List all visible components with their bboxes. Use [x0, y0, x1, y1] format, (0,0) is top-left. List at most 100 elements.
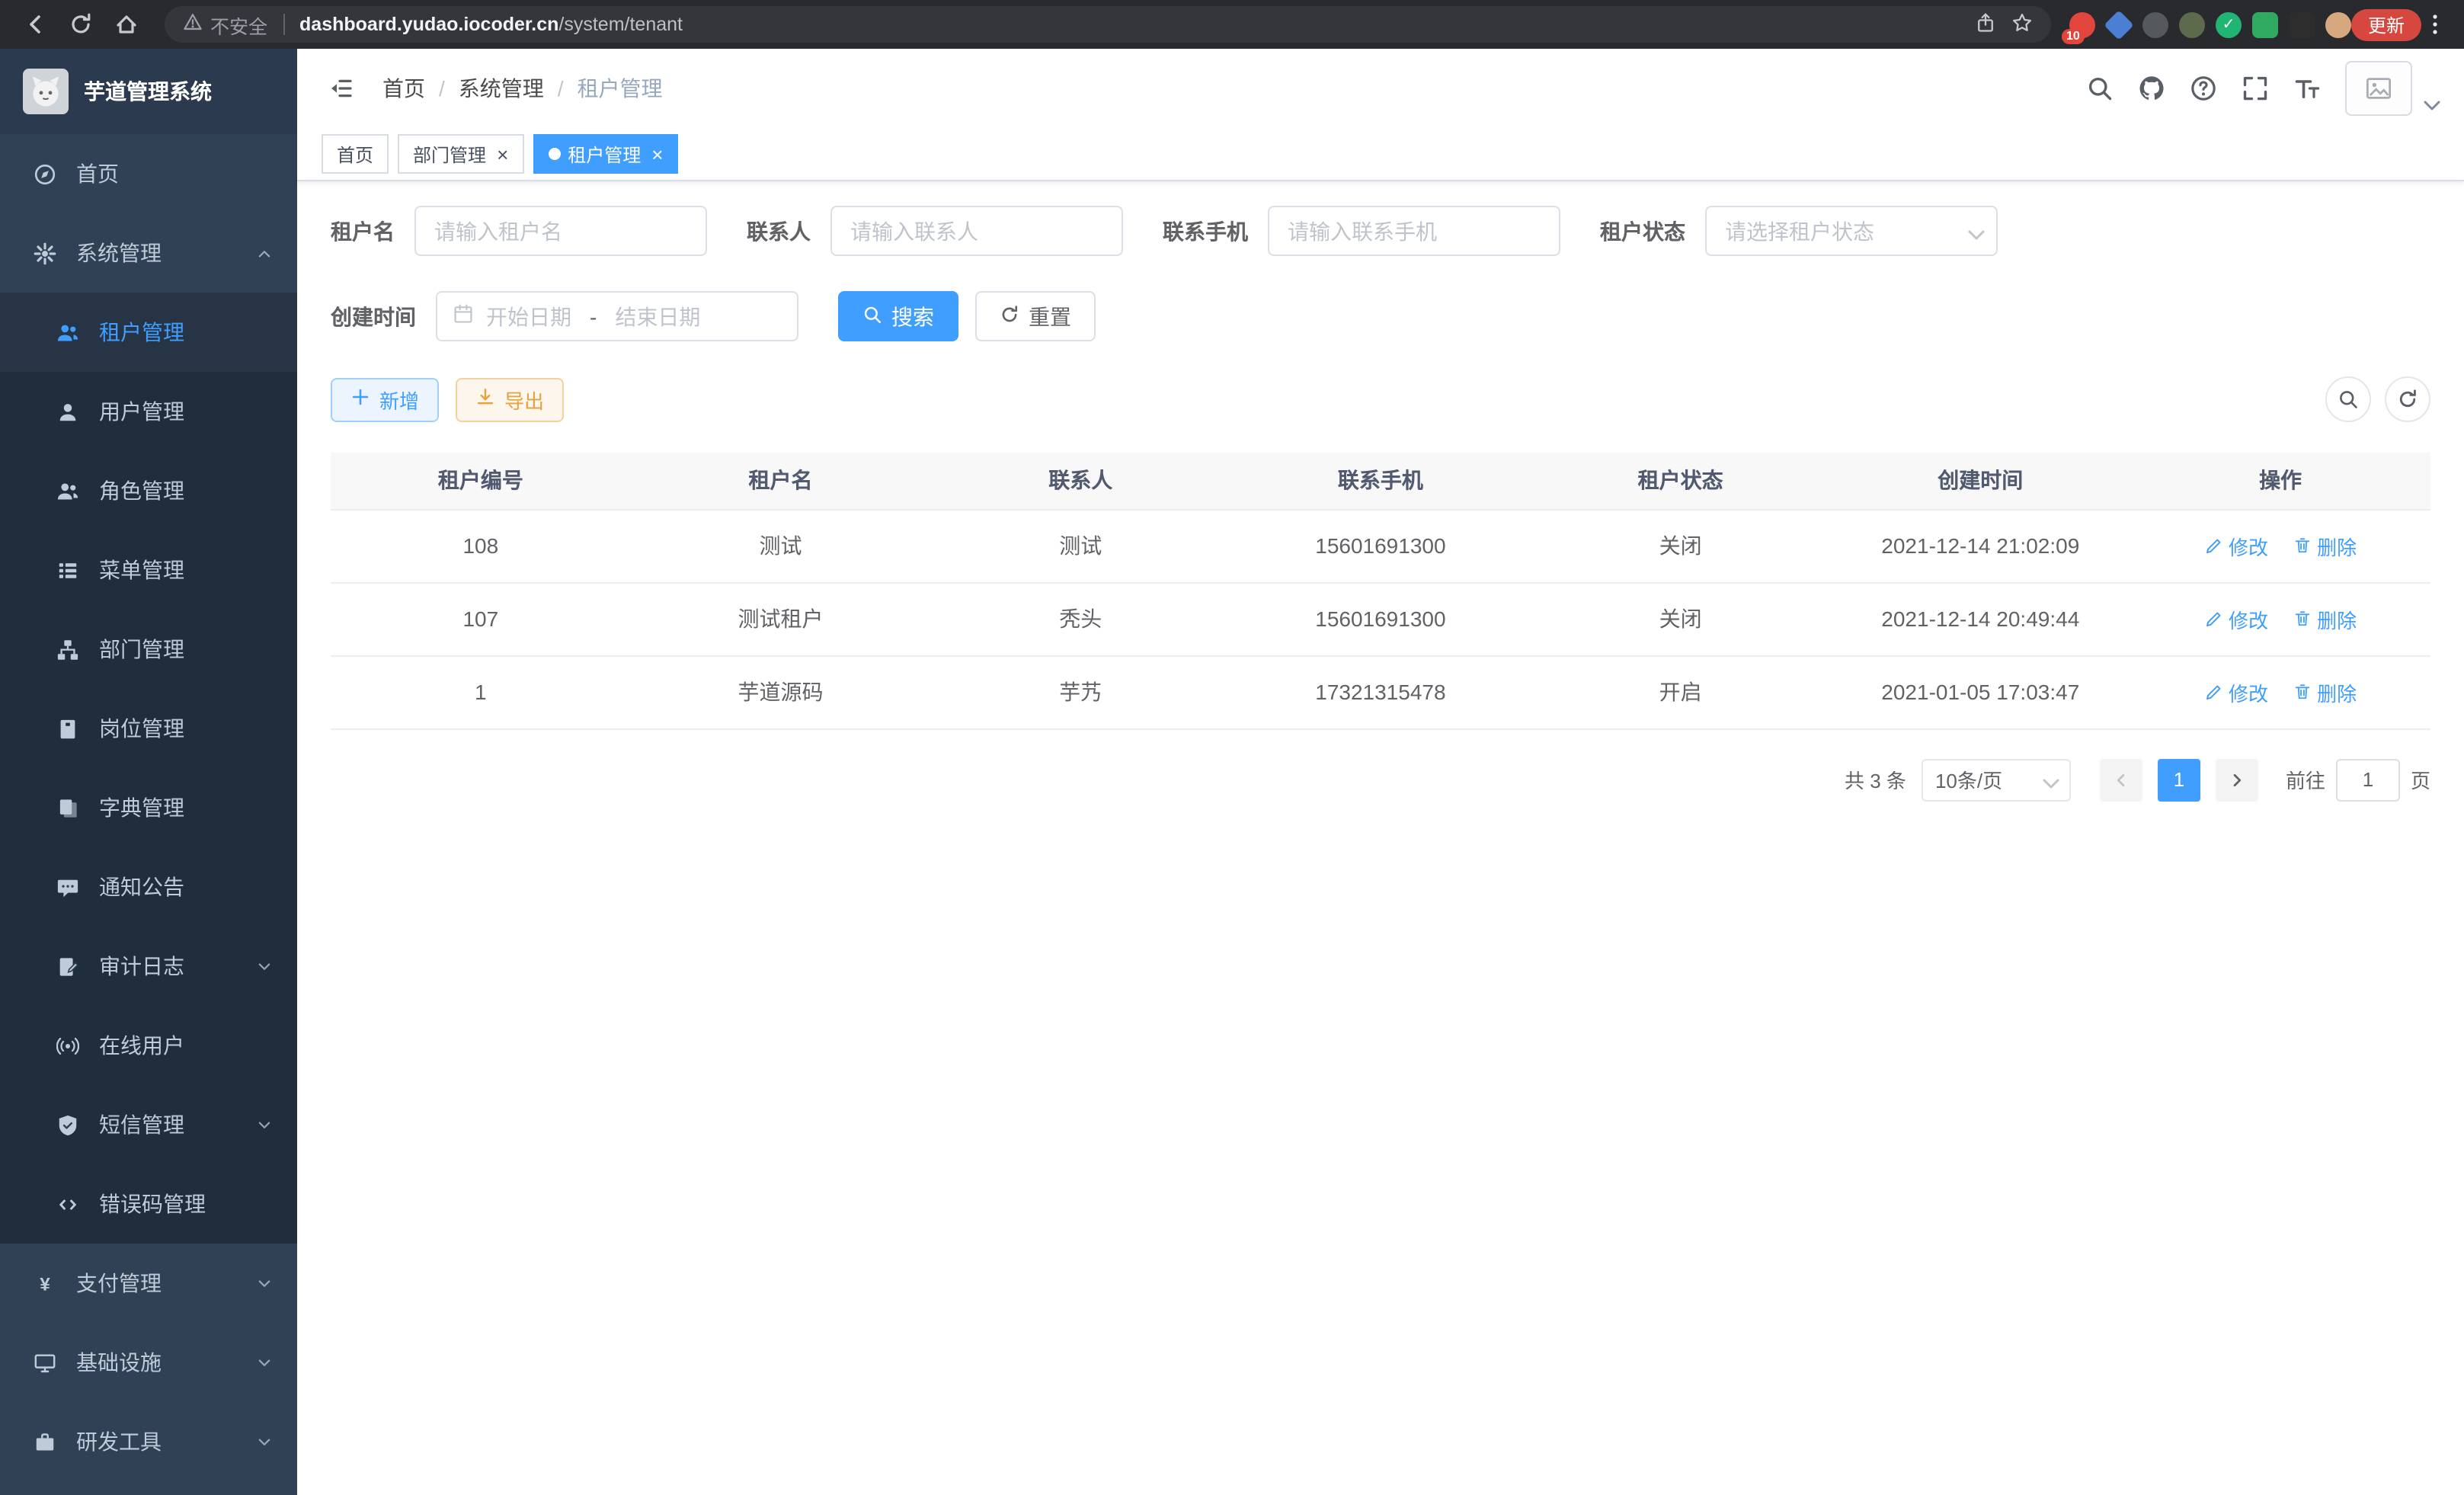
- breadcrumb-item-0[interactable]: 首页: [382, 73, 425, 104]
- delete-button[interactable]: 删除: [2293, 531, 2357, 560]
- tab-home[interactable]: 首页: [322, 134, 389, 174]
- extension-green-square-icon[interactable]: [2252, 11, 2278, 37]
- help-icon[interactable]: [2190, 75, 2217, 102]
- fullscreen-icon[interactable]: [2242, 75, 2269, 102]
- browser-back-button[interactable]: [15, 5, 55, 44]
- browser-menu-icon[interactable]: [2421, 8, 2449, 41]
- address-bar[interactable]: 不安全 dashboard.yudao.iocoder.cn /system/t…: [165, 6, 2051, 43]
- sidebar-item-online-user[interactable]: 在线用户: [0, 1006, 297, 1085]
- sidebar-item-infrastructure[interactable]: 基础设施: [0, 1323, 297, 1402]
- calendar-icon: [453, 303, 474, 329]
- security-label: 不安全: [210, 10, 267, 39]
- sidebar-item-menu-management[interactable]: 菜单管理: [0, 530, 297, 610]
- delete-button[interactable]: 删除: [2293, 677, 2357, 706]
- security-indicator[interactable]: 不安全: [183, 10, 267, 39]
- sidebar-item-post-management[interactable]: 岗位管理: [0, 689, 297, 768]
- cell-contact: 秃头: [930, 582, 1230, 655]
- sidebar-item-tenant-management[interactable]: 租户管理: [0, 293, 297, 372]
- show-search-button[interactable]: [2325, 376, 2371, 422]
- prev-page-button[interactable]: [2100, 758, 2142, 801]
- extension-profile-icon[interactable]: [2325, 11, 2351, 37]
- share-icon: [1975, 11, 1996, 33]
- sidebar-item-dev-tools[interactable]: 研发工具: [0, 1402, 297, 1481]
- add-button[interactable]: 新增: [331, 377, 439, 421]
- cell-id: 1: [331, 655, 631, 728]
- user-menu[interactable]: [2345, 61, 2437, 116]
- edit-button[interactable]: 修改: [2204, 677, 2268, 706]
- url-domain: dashboard.yudao.iocoder.cn: [299, 14, 558, 35]
- users-icon: [56, 479, 79, 502]
- date-start: 开始日期: [486, 301, 571, 331]
- status-label: 租户状态: [1600, 216, 1685, 246]
- browser-home-button[interactable]: [107, 5, 146, 44]
- github-icon[interactable]: [2138, 75, 2165, 102]
- svg-text:¥: ¥: [40, 1273, 50, 1294]
- trash-icon: [2293, 610, 2311, 628]
- search-button[interactable]: 搜索: [838, 291, 958, 341]
- cell-contact: 测试: [930, 509, 1230, 582]
- sidebar-item-notice[interactable]: 通知公告: [0, 847, 297, 927]
- browser-update-button[interactable]: 更新: [2351, 8, 2421, 40]
- next-page-button[interactable]: [2216, 758, 2258, 801]
- share-icon[interactable]: [1975, 11, 1996, 37]
- shield-icon: [56, 1113, 79, 1136]
- font-size-icon[interactable]: [2293, 75, 2321, 102]
- caret-down-icon: [2039, 770, 2063, 795]
- edit-button[interactable]: 修改: [2204, 604, 2268, 633]
- column-header-0: 租户编号: [331, 453, 631, 509]
- search-icon[interactable]: [2086, 75, 2114, 102]
- goto-page-input[interactable]: [2336, 758, 2400, 801]
- delete-button[interactable]: 删除: [2293, 604, 2357, 633]
- sidebar-item-pay-management[interactable]: ¥支付管理: [0, 1244, 297, 1323]
- cell-created: 2021-12-14 21:02:09: [1830, 509, 2130, 582]
- pagination: 共 3 条 10条/页 1 前往 页: [331, 758, 2430, 801]
- sidebar-item-audit-log[interactable]: 审计日志: [0, 927, 297, 1006]
- tab-dept[interactable]: 部门管理×: [398, 134, 523, 174]
- back-arrow-icon: [23, 12, 47, 37]
- sidebar-item-error-code-management[interactable]: 错误码管理: [0, 1164, 297, 1244]
- extension-pinwheel-icon[interactable]: 10: [2069, 11, 2095, 37]
- export-button[interactable]: 导出: [456, 377, 564, 421]
- breadcrumb-separator: /: [558, 76, 564, 101]
- sidebar-item-dict-management[interactable]: 字典管理: [0, 768, 297, 847]
- edit-button[interactable]: 修改: [2204, 531, 2268, 560]
- phone-input[interactable]: [1268, 206, 1560, 256]
- sidebar-item-system-management[interactable]: 系统管理: [0, 213, 297, 293]
- date-range-picker[interactable]: 开始日期 - 结束日期: [436, 291, 798, 341]
- reset-button[interactable]: 重置: [975, 291, 1096, 341]
- status-select[interactable]: 请选择租户状态: [1705, 206, 1998, 256]
- sidebar-item-dept-management[interactable]: 部门管理: [0, 610, 297, 689]
- close-icon[interactable]: ×: [651, 144, 663, 164]
- tenant-name-input[interactable]: [414, 206, 707, 256]
- sidebar-item-label: 审计日志: [99, 951, 184, 981]
- sidebar-item-home[interactable]: 首页: [0, 134, 297, 213]
- column-header-6: 操作: [2130, 453, 2430, 509]
- calendar-icon: [453, 303, 474, 325]
- cell-created: 2021-12-14 20:49:44: [1830, 582, 2130, 655]
- sidebar-item-user-management[interactable]: 用户管理: [0, 372, 297, 451]
- extension-dark-circle-icon[interactable]: [2142, 11, 2168, 37]
- sidebar-item-role-management[interactable]: 角色管理: [0, 451, 297, 530]
- refresh-icon: [69, 12, 93, 37]
- page-number-1[interactable]: 1: [2158, 758, 2200, 801]
- extension-olive-icon[interactable]: [2179, 11, 2205, 37]
- close-icon[interactable]: ×: [497, 144, 508, 164]
- breadcrumb-item-1[interactable]: 系统管理: [459, 73, 544, 104]
- contact-input[interactable]: [830, 206, 1123, 256]
- extension-blue-icon[interactable]: [2104, 9, 2133, 39]
- edit-icon: [2204, 536, 2222, 555]
- tab-tenant[interactable]: 租户管理×: [533, 134, 678, 174]
- app-logo[interactable]: 芋道管理系统: [0, 49, 297, 134]
- sidebar-item-sms-management[interactable]: 短信管理: [0, 1085, 297, 1164]
- extension-green-check-icon[interactable]: ✓: [2216, 11, 2242, 37]
- bookmark-star-icon[interactable]: [2011, 11, 2033, 37]
- sidebar-toggle-icon[interactable]: [325, 72, 358, 105]
- tabs-bar: 首页部门管理×租户管理×: [297, 128, 2464, 181]
- table-row: 108测试测试15601691300关闭2021-12-14 21:02:09修…: [331, 509, 2430, 582]
- yen-icon: ¥: [34, 1272, 56, 1295]
- refresh-table-button[interactable]: [2385, 376, 2430, 422]
- sidebar-item-label: 基础设施: [76, 1347, 162, 1378]
- browser-refresh-button[interactable]: [61, 5, 101, 44]
- extension-black-square-icon[interactable]: [2289, 11, 2315, 37]
- page-size-select[interactable]: 10条/页: [1922, 758, 2071, 801]
